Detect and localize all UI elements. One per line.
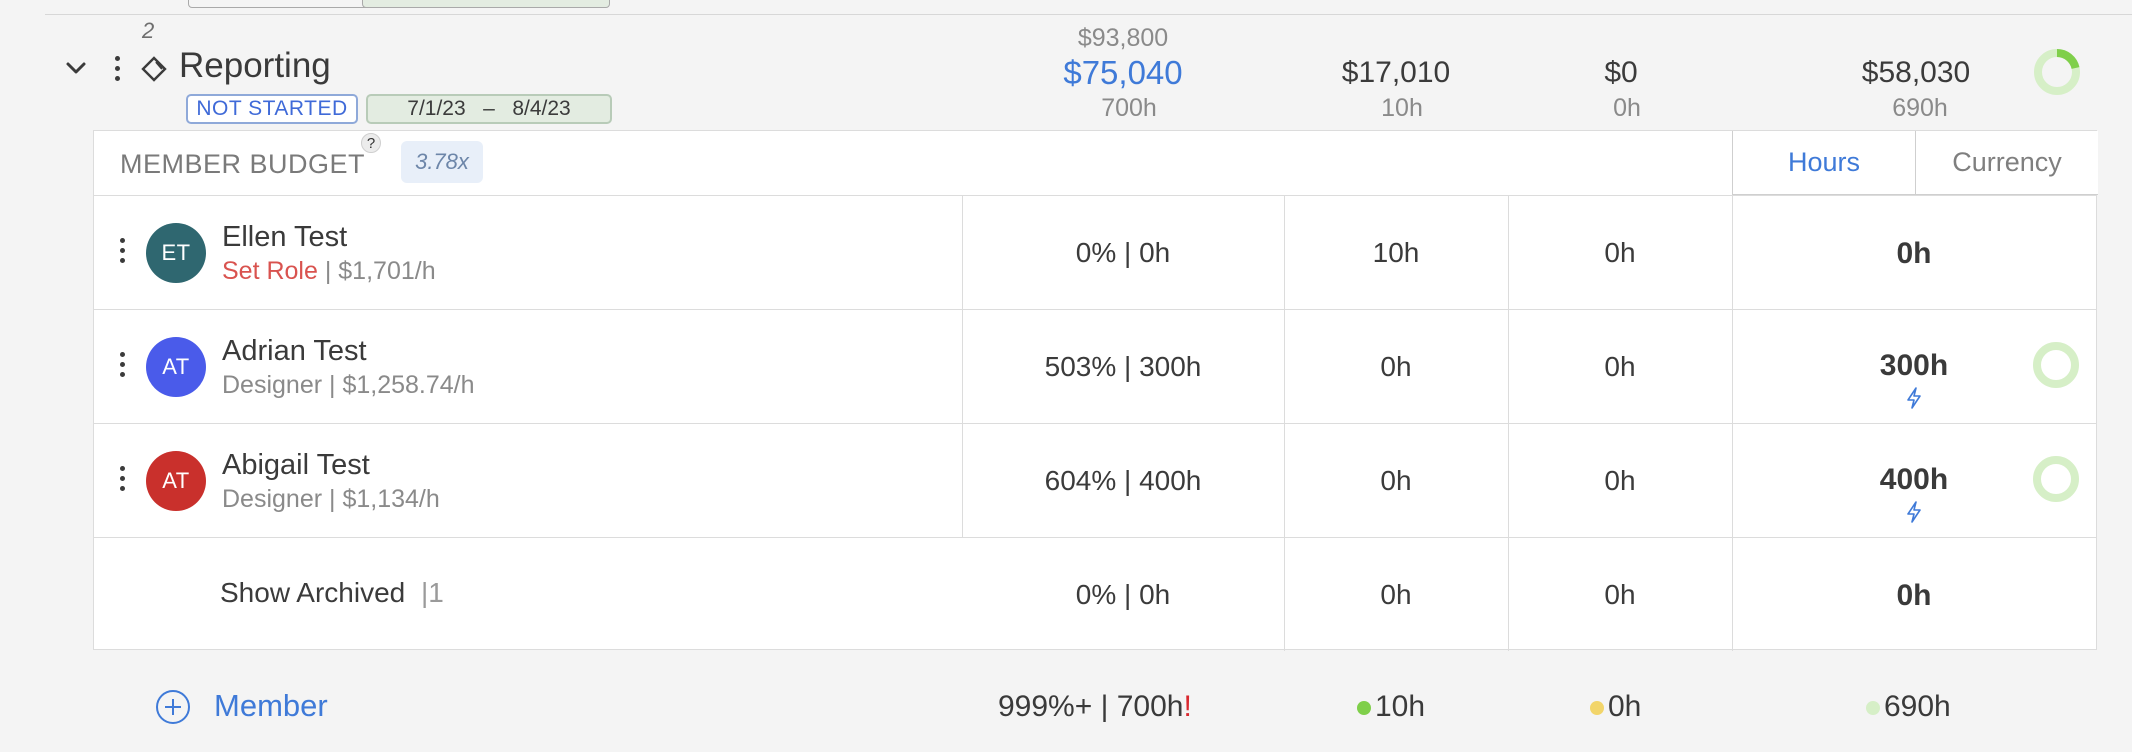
member-spent-cell: 0h: [1380, 351, 1412, 382]
avatar: AT: [146, 337, 206, 397]
phase-planned-hours: 0h: [1613, 94, 1641, 122]
member-budget-cell[interactable]: 0% | 0h: [962, 237, 1284, 269]
status-badge[interactable]: NOT STARTED: [186, 94, 358, 124]
set-role-link[interactable]: Set Role: [222, 257, 318, 285]
member-planned-cell: 0h: [1604, 351, 1636, 382]
spent-dot-icon: [1357, 701, 1371, 716]
member-role-rate: Set Role | $1,701/h: [222, 257, 436, 285]
phase-planned-amount: $0: [1604, 56, 1638, 89]
footer-remaining-value: 690h: [1884, 690, 1951, 723]
table-row: AT Abigail Test Designer | $1,134/h 604%…: [94, 423, 2096, 537]
archived-planned-cell: 0h: [1604, 579, 1636, 610]
footer-budget-total: 999%+ | 700h!: [998, 690, 1192, 724]
phase-spent-amount: $17,010: [1341, 56, 1451, 89]
phase-remaining-amount: $58,030: [1861, 56, 1971, 89]
member-name: Adrian Test: [222, 335, 367, 367]
archived-row: Show Archived |1 0% | 0h 0h 0h 0h: [94, 537, 2096, 651]
member-name: Ellen Test: [222, 221, 348, 253]
toggle-hours-button[interactable]: Hours: [1732, 131, 1915, 195]
member-spent-cell: 10h: [1372, 237, 1420, 268]
archived-remaining-cell: 0h: [1896, 579, 1932, 612]
add-member-button[interactable]: Member: [214, 688, 328, 724]
member-role-rate: Designer | $1,134/h: [222, 485, 440, 513]
member-role[interactable]: Designer: [222, 485, 322, 513]
avatar: AT: [146, 451, 206, 511]
phase-remaining-hours: 690h: [1892, 94, 1948, 122]
member-planned-cell: 0h: [1604, 237, 1636, 268]
member-rate: $1,134/h: [342, 485, 440, 513]
phase-spent-hours: 10h: [1381, 94, 1423, 122]
show-archived-link[interactable]: Show Archived: [220, 577, 405, 608]
footer-budget-value: 999%+ | 700h: [998, 690, 1184, 723]
add-member-icon[interactable]: [156, 690, 190, 724]
member-rate: $1,258.74/h: [342, 371, 475, 399]
footer-planned-total: 0h: [1590, 690, 1641, 724]
remaining-dot-icon: [1866, 701, 1880, 716]
phase-budget-amount[interactable]: $75,040: [1013, 54, 1233, 92]
milestone-diamond-icon: [141, 56, 167, 82]
footer-spent-value: 10h: [1375, 690, 1426, 723]
archived-budget-cell: 0% | 0h: [1075, 579, 1171, 610]
planned-dot-icon: [1590, 701, 1604, 716]
member-budget-title: MEMBER BUDGET: [120, 149, 366, 179]
member-rate: $1,701/h: [338, 257, 436, 285]
table-row: ET Ellen Test Set Role | $1,701/h 0% | 0…: [94, 195, 2096, 309]
previous-row-strip: [45, 0, 2132, 15]
member-menu-icon[interactable]: [118, 238, 126, 263]
member-spent-cell: 0h: [1380, 465, 1412, 496]
footer-planned-value: 0h: [1608, 690, 1642, 723]
member-budget-cell[interactable]: 503% | 300h: [962, 351, 1284, 383]
footer-spent-total: 10h: [1357, 690, 1425, 724]
member-budget-panel: MEMBER BUDGET ? 3.78x Hours Currency ET …: [93, 130, 2098, 651]
phase-number: 2: [142, 18, 155, 43]
avatar: ET: [146, 223, 206, 283]
member-budget-cell[interactable]: 604% | 400h: [962, 465, 1284, 497]
phase-menu-icon[interactable]: [113, 56, 121, 81]
member-progress-donut-icon: [2033, 456, 2079, 502]
toggle-currency-button[interactable]: Currency: [1915, 131, 2098, 195]
member-role[interactable]: Designer: [222, 371, 322, 399]
member-planned-cell: 0h: [1604, 465, 1636, 496]
budget-multiplier-badge: 3.78x: [401, 141, 483, 183]
member-remaining-cell: 0h: [1896, 237, 1932, 270]
bolt-icon: [1907, 501, 1921, 523]
member-menu-icon[interactable]: [118, 352, 126, 377]
chevron-down-icon[interactable]: [64, 56, 88, 80]
phase-date-range[interactable]: 7/1/23 – 8/4/23: [366, 94, 612, 124]
phase-progress-donut-icon: [2034, 49, 2080, 95]
phase-budget-total: $93,800: [1077, 24, 1169, 52]
footer-remaining-total: 690h: [1866, 690, 1951, 724]
table-row: AT Adrian Test Designer | $1,258.74/h 50…: [94, 309, 2096, 423]
phase-budget-hours: 700h: [1101, 94, 1157, 122]
phase-title[interactable]: Reporting: [179, 46, 331, 86]
member-progress-donut-icon: [2033, 342, 2079, 388]
member-menu-icon[interactable]: [118, 466, 126, 491]
bolt-icon: [1907, 387, 1921, 409]
archived-spent-cell: 0h: [1380, 579, 1412, 610]
hours-currency-toggle: Hours Currency: [1732, 131, 2098, 195]
previous-dates-pill: [362, 0, 610, 8]
member-role-rate: Designer | $1,258.74/h: [222, 371, 475, 399]
show-archived-row[interactable]: Show Archived |1: [220, 577, 444, 609]
help-icon[interactable]: ?: [361, 133, 381, 153]
footer-alert-mark: !: [1183, 690, 1192, 723]
archived-count: |1: [421, 577, 444, 608]
member-name: Abigail Test: [222, 449, 370, 481]
